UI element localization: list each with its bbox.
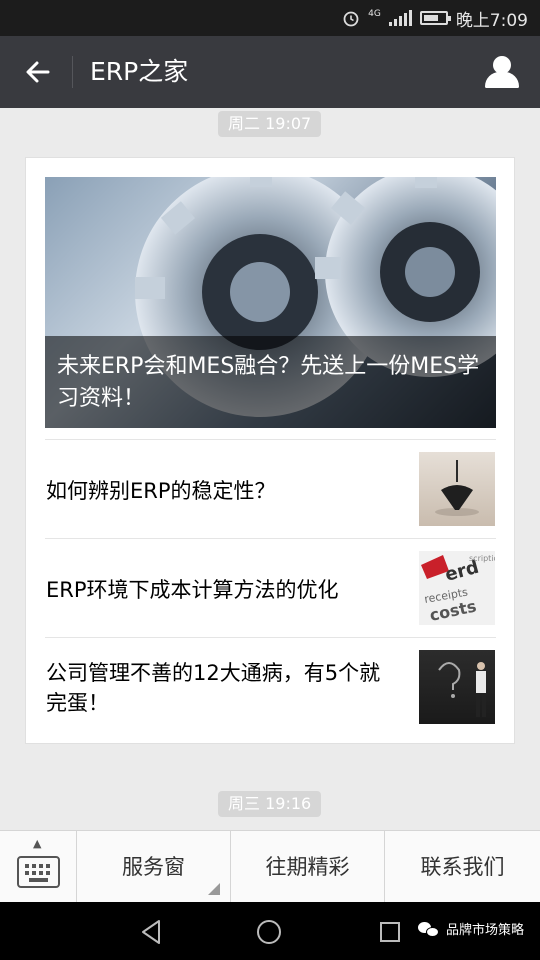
page-title: ERP之家	[90, 57, 189, 86]
watermark: 品牌市场策略	[418, 919, 524, 938]
menu-item-label: 往期精彩	[265, 855, 350, 879]
divider	[45, 538, 496, 539]
article-item-title[interactable]: 公司管理不善的12大通病，有5个就完蛋！	[46, 658, 401, 718]
battery-icon	[419, 11, 451, 25]
menu-item-label: 联系我们	[420, 855, 505, 879]
menu-item-label: 服务窗	[122, 855, 185, 879]
svg-text:scriptio: scriptio	[469, 554, 495, 563]
back-button[interactable]	[14, 48, 62, 96]
chalkboard-man-image	[438, 662, 486, 717]
message-timestamp: 周二 19:07	[218, 111, 322, 137]
article-card: 未来ERP会和MES融合？先送上一份MES学习资料！ 如何辨别ERP的稳定性？ …	[25, 157, 515, 744]
keyboard-toggle-button[interactable]: ▲	[0, 831, 77, 903]
status-bar: 4G 晚上7:09	[0, 0, 540, 36]
title-divider	[72, 56, 73, 88]
chevron-up-icon: ▲	[33, 837, 42, 850]
spinning-top-image	[435, 460, 479, 516]
article-item-title[interactable]: 如何辨别ERP的稳定性？	[46, 476, 401, 506]
signal-icon	[388, 10, 412, 26]
network-type: 4G	[368, 9, 381, 19]
words-collage-image: erd receipts costs scriptio	[421, 554, 495, 625]
alarm-icon	[343, 11, 359, 27]
divider	[45, 439, 496, 440]
nav-home-icon[interactable]	[257, 920, 281, 944]
message-timestamp: 周三 19:16	[218, 791, 322, 817]
bottom-menu: ▲ 服务窗 往期精彩 联系我们	[0, 830, 540, 903]
profile-button[interactable]	[478, 48, 526, 96]
submenu-indicator-icon	[208, 883, 220, 895]
watermark-text: 品牌市场策略	[446, 923, 525, 938]
article-hero[interactable]: 未来ERP会和MES融合？先送上一份MES学习资料！	[45, 177, 496, 428]
status-time: 晚上7:09	[455, 10, 528, 31]
wechat-icon	[418, 920, 440, 938]
system-nav-bar: 品牌市场策略	[0, 902, 540, 960]
title-bar: ERP之家	[0, 36, 540, 108]
menu-past-highlights[interactable]: 往期精彩	[231, 831, 385, 903]
menu-service-window[interactable]: 服务窗	[77, 831, 231, 903]
article-thumbnail[interactable]	[419, 650, 495, 724]
arrow-left-icon	[26, 61, 50, 83]
menu-contact-us[interactable]: 联系我们	[385, 831, 540, 903]
article-headline: 未来ERP会和MES融合？先送上一份MES学习资料！	[57, 354, 480, 411]
article-thumbnail[interactable]: erd receipts costs scriptio	[419, 551, 495, 625]
keyboard-icon	[17, 856, 60, 888]
divider	[45, 637, 496, 638]
article-thumbnail[interactable]	[419, 452, 495, 526]
article-item-title[interactable]: ERP环境下成本计算方法的优化	[46, 575, 401, 605]
nav-recent-apps-icon[interactable]	[380, 922, 400, 942]
nav-back-icon[interactable]	[140, 919, 162, 945]
